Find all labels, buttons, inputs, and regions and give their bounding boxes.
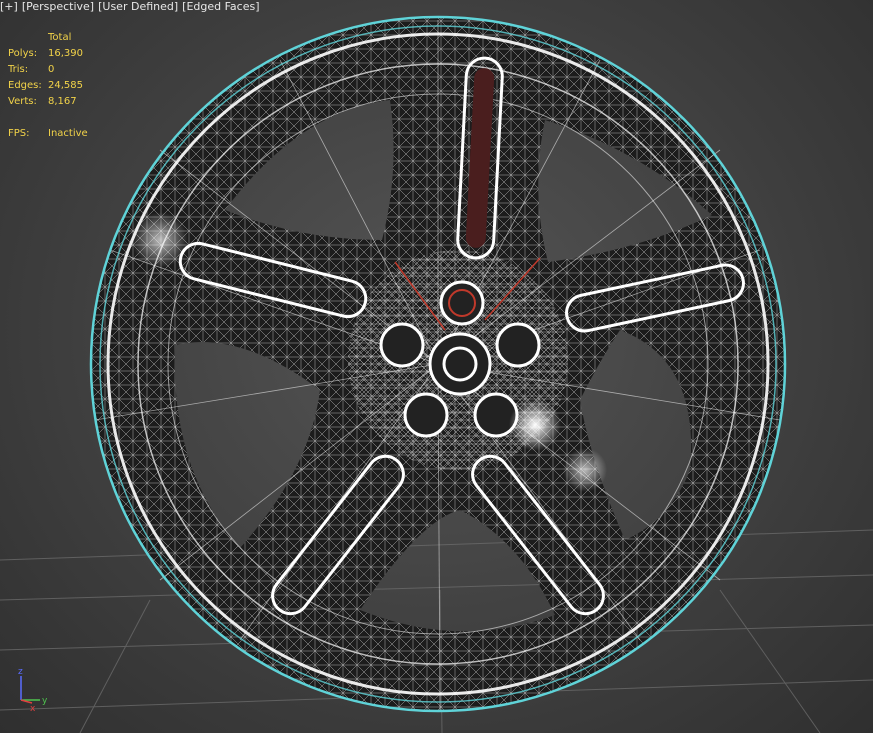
axis-x-label: x <box>30 704 36 714</box>
polys-value: 16,390 <box>48 48 83 59</box>
fps-value: Inactive <box>48 128 88 139</box>
viewport-shading-menu[interactable]: [User Defined] <box>98 0 178 14</box>
verts-label: Verts: <box>8 96 37 107</box>
viewport-edged-faces-menu[interactable]: [Edged Faces] <box>182 0 259 14</box>
viewport-view-menu[interactable]: [Perspective] <box>22 0 94 14</box>
edges-label: Edges: <box>8 80 42 91</box>
verts-value: 8,167 <box>48 96 77 107</box>
axis-z-label: z <box>18 667 23 677</box>
statistics-overlay: Total Polys: 16,390 Tris: 0 Edges: 24,585 V… <box>8 30 88 142</box>
viewport-plus-menu[interactable]: [+] <box>0 0 18 14</box>
edges-value: 24,585 <box>48 80 83 91</box>
tris-label: Tris: <box>8 64 29 75</box>
viewport-scene: z y x <box>0 15 873 733</box>
center-cap <box>428 332 492 396</box>
polys-label: Polys: <box>8 48 38 59</box>
axis-tripod-icon: z y x <box>18 667 48 714</box>
fps-label: FPS: <box>8 128 30 139</box>
wheel-model[interactable] <box>89 15 787 713</box>
stats-header: Total <box>48 32 72 43</box>
axis-y-label: y <box>42 696 48 706</box>
viewport-label-menu: [+] [Perspective] [User Defined] [Edged … <box>0 0 260 14</box>
perspective-viewport[interactable]: [+] [Perspective] [User Defined] [Edged … <box>0 0 873 733</box>
tris-value: 0 <box>48 64 55 75</box>
